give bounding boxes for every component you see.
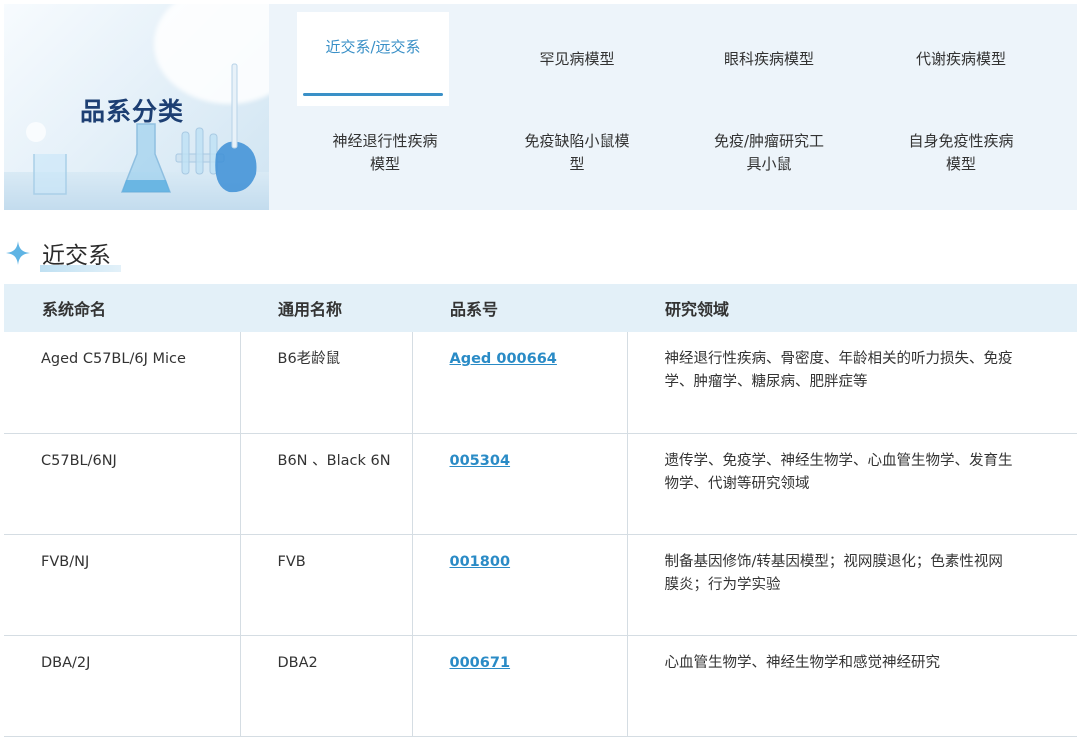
tab-neurodegenerative[interactable]: 神经退行性疾病模型: [289, 106, 481, 200]
tab-label: 眼科疾病模型: [723, 49, 814, 68]
cell-strain-no: 005304: [411, 432, 628, 535]
strain-link[interactable]: Aged 000664: [450, 351, 557, 367]
tab-label: 神经退行性疾病模型: [332, 132, 438, 173]
tab-label: 自身免疫性疾病模型: [908, 132, 1014, 173]
cell-common-name: B6N 、Black 6N: [239, 432, 413, 535]
category-panel: 品系分类 近交系/远交系 罕见病模型 眼科疾病模型 代谢疾病模型 神经退行性疾病…: [4, 4, 1077, 210]
tab-label: 罕见病模型: [539, 49, 615, 68]
cell-research-area: 遗传学、免疫学、神经生物学、心血管生物学、发育生物学、代谢等研究领域: [626, 432, 1077, 535]
tab-immuno-oncology[interactable]: 免疫/肿瘤研究工具小鼠: [673, 106, 865, 200]
cell-strain-no: 001800: [411, 533, 628, 636]
sparkle-icon: [6, 241, 30, 265]
cell-system-name: DBA/2J: [4, 634, 241, 737]
cell-system-name: FVB/NJ: [4, 533, 241, 636]
cell-system-name: Aged C57BL/6J Mice: [4, 332, 241, 434]
tab-label: 免疫缺陷小鼠模型: [524, 132, 630, 173]
column-header-common-name: 通用名称: [240, 284, 412, 332]
cell-common-name: DBA2: [239, 634, 413, 737]
tab-metabolic-disease[interactable]: 代谢疾病模型: [865, 12, 1057, 106]
tab-ophthalmic-disease[interactable]: 眼科疾病模型: [673, 12, 865, 106]
cell-system-name: C57BL/6NJ: [4, 432, 241, 535]
table-header: 系统命名 通用名称 品系号 研究领域: [4, 284, 1077, 332]
tab-autoimmune[interactable]: 自身免疫性疾病模型: [865, 106, 1057, 200]
strain-link[interactable]: 000671: [450, 655, 511, 671]
strain-table: 系统命名 通用名称 品系号 研究领域 Aged C57BL/6J Mice B6…: [4, 284, 1077, 737]
tab-immunodeficient[interactable]: 免疫缺陷小鼠模型: [481, 106, 673, 200]
cell-common-name: FVB: [239, 533, 413, 636]
cell-strain-no: 000671: [411, 634, 628, 737]
section-heading: 近交系: [6, 236, 121, 272]
cell-strain-no: Aged 000664: [411, 332, 628, 434]
column-header-strain-no: 品系号: [412, 284, 627, 332]
column-header-system-name: 系统命名: [4, 284, 240, 332]
cell-research-area: 神经退行性疾病、骨密度、年龄相关的听力损失、免疫学、肿瘤学、糖尿病、肥胖症等: [626, 332, 1077, 434]
category-tabs: 近交系/远交系 罕见病模型 眼科疾病模型 代谢疾病模型 神经退行性疾病模型 免疫…: [269, 4, 1077, 210]
cell-research-area: 制备基因修饰/转基因模型；视网膜退化；色素性视网膜炎；行为学实验: [626, 533, 1077, 636]
tab-label: 近交系/远交系: [325, 38, 421, 56]
cell-research-area: 心血管生物学、神经生物学和感觉神经研究: [626, 634, 1077, 737]
table-header-row: 系统命名 通用名称 品系号 研究领域: [4, 284, 1077, 332]
table-row: Aged C57BL/6J Mice B6老龄鼠 Aged 000664 神经退…: [4, 332, 1077, 434]
tab-rare-disease[interactable]: 罕见病模型: [481, 12, 673, 106]
section-title: 近交系: [40, 236, 121, 272]
tab-label: 免疫/肿瘤研究工具小鼠: [713, 132, 825, 173]
table-row: DBA/2J DBA2 000671 心血管生物学、神经生物学和感觉神经研究: [4, 634, 1077, 737]
table-row: FVB/NJ FVB 001800 制备基因修饰/转基因模型；视网膜退化；色素性…: [4, 533, 1077, 636]
tab-inbred-outbred[interactable]: 近交系/远交系: [297, 12, 449, 106]
table-row: C57BL/6NJ B6N 、Black 6N 005304 遗传学、免疫学、神…: [4, 432, 1077, 535]
strain-link[interactable]: 005304: [450, 453, 511, 469]
tab-label: 代谢疾病模型: [915, 49, 1006, 68]
banner-title: 品系分类: [80, 97, 185, 126]
cell-common-name: B6老龄鼠: [239, 332, 413, 434]
strain-link[interactable]: 001800: [450, 554, 511, 570]
category-banner: 品系分类: [4, 4, 269, 210]
column-header-research-area: 研究领域: [627, 284, 1077, 332]
